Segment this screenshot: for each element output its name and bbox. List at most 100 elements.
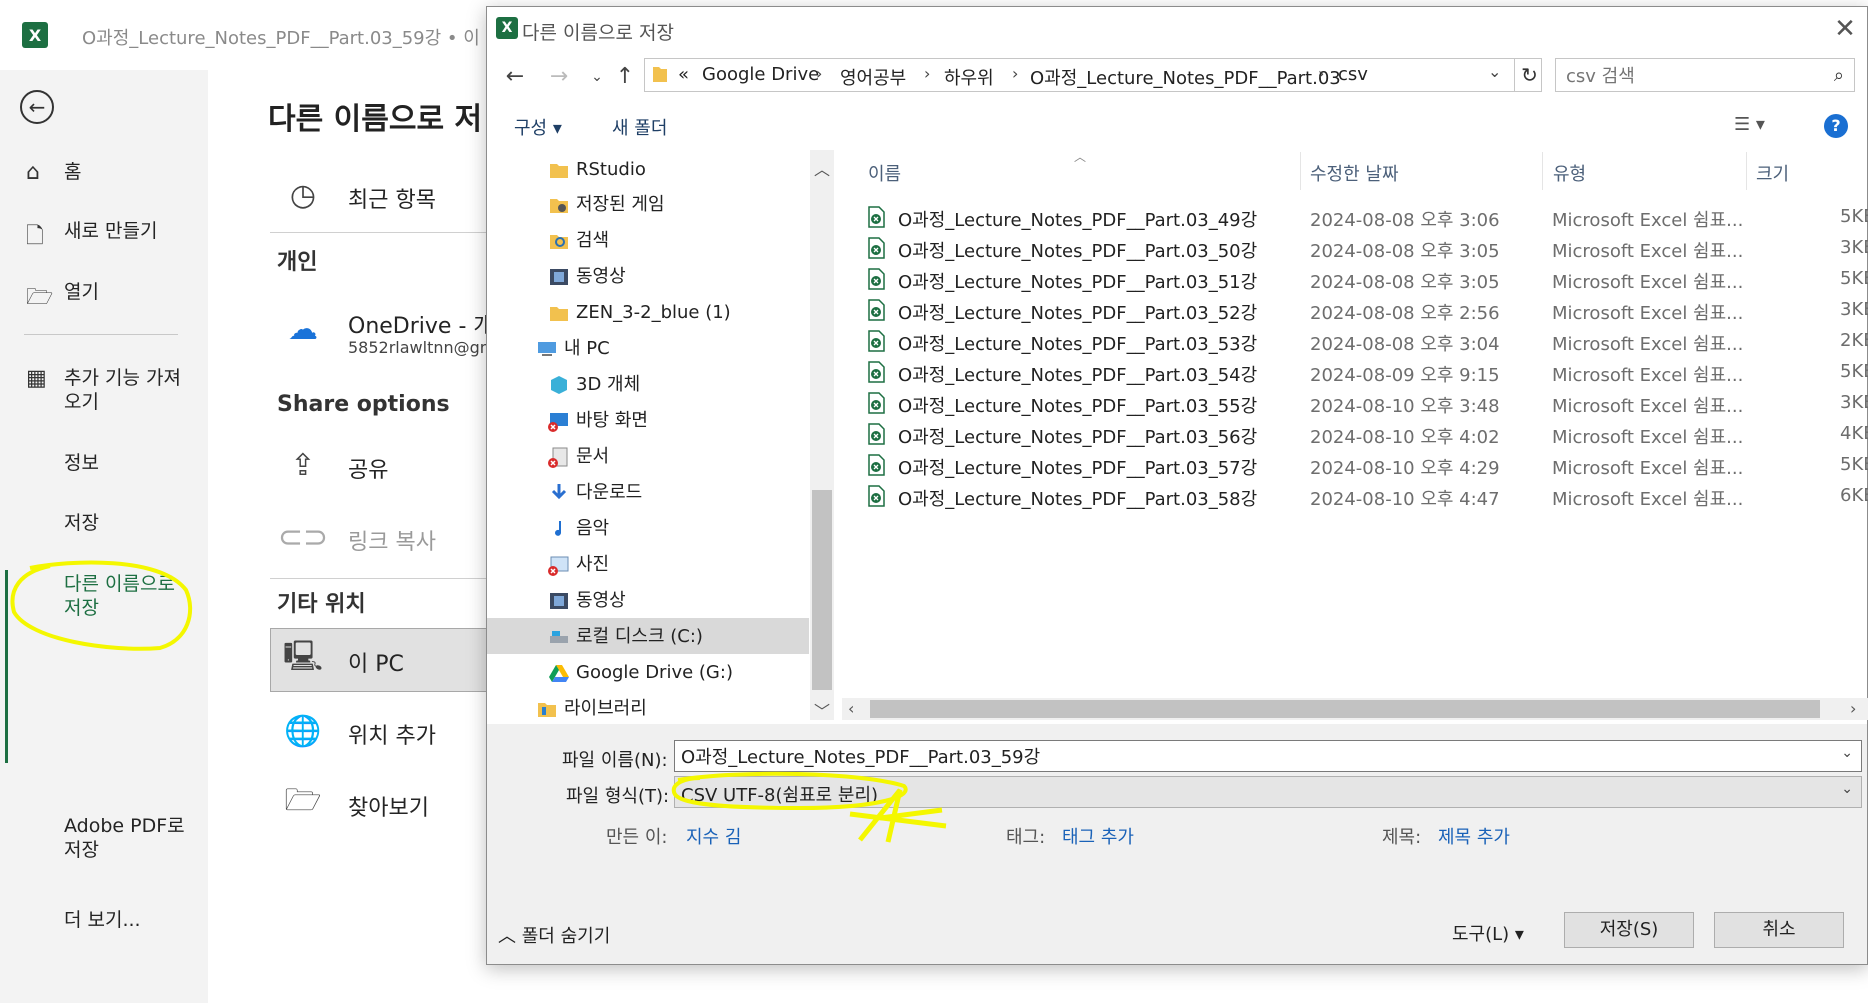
file-type: Microsoft Excel 쉼표... bbox=[1552, 241, 1744, 262]
excel-csv-file-icon bbox=[868, 268, 885, 290]
file-row[interactable]: O과정_Lecture_Notes_PDF__Part.03_53강 2024-0… bbox=[866, 326, 1868, 357]
cancel-button[interactable]: 취소 bbox=[1714, 912, 1844, 948]
caret-down-icon: ▾ bbox=[1509, 924, 1524, 945]
section-other-locations: 기타 위치 bbox=[277, 592, 366, 617]
breadcrumb-separator-icon[interactable]: › bbox=[924, 64, 930, 83]
view-options-icon[interactable]: ☰ ▾ bbox=[1734, 114, 1765, 135]
chevron-right-icon[interactable]: › bbox=[1850, 699, 1856, 718]
folder-open-icon: 🗁 bbox=[284, 782, 322, 818]
cloud-icon: ☁ bbox=[288, 311, 318, 347]
file-row[interactable]: O과정_Lecture_Notes_PDF__Part.03_52강 2024-0… bbox=[866, 295, 1868, 326]
excel-csv-file-icon bbox=[868, 392, 885, 414]
filename-input[interactable] bbox=[681, 745, 1821, 767]
chevron-down-icon[interactable]: ⌄ bbox=[1488, 62, 1501, 81]
file-date: 2024-08-08 오후 3:06 bbox=[1310, 210, 1500, 231]
breadcrumb-item[interactable]: 영어공부 bbox=[840, 64, 906, 90]
column-separator[interactable] bbox=[1542, 152, 1543, 190]
tags-value[interactable]: 태그 추가 bbox=[1062, 823, 1134, 849]
search-input[interactable] bbox=[1566, 65, 1806, 87]
file-name: O과정_Lecture_Notes_PDF__Part.03_51강 bbox=[898, 272, 1258, 293]
breadcrumb-item[interactable]: 하우위 bbox=[944, 64, 994, 90]
chevron-down-icon[interactable]: ⌄ bbox=[1841, 781, 1853, 797]
videos-icon bbox=[550, 269, 568, 285]
new-folder-button[interactable]: 새 폴더 bbox=[612, 114, 667, 140]
file-date: 2024-08-10 오후 4:47 bbox=[1310, 489, 1500, 510]
breadcrumb-overflow[interactable]: « bbox=[678, 64, 689, 85]
file-name: O과정_Lecture_Notes_PDF__Part.03_52강 bbox=[898, 303, 1258, 324]
back-button[interactable]: ← bbox=[500, 60, 530, 94]
file-name: O과정_Lecture_Notes_PDF__Part.03_55강 bbox=[898, 396, 1258, 417]
file-date: 2024-08-10 오후 4:29 bbox=[1310, 458, 1500, 479]
close-icon[interactable]: ✕ bbox=[1830, 14, 1860, 44]
excel-logo-icon: X bbox=[22, 22, 48, 48]
chevron-up-icon: ︿ bbox=[498, 926, 522, 947]
breadcrumb-separator-icon[interactable]: › bbox=[1012, 64, 1018, 83]
file-row[interactable]: O과정_Lecture_Notes_PDF__Part.03_57강 2024-0… bbox=[866, 450, 1868, 481]
breadcrumb-separator-icon[interactable]: › bbox=[1318, 64, 1324, 83]
pc-icon bbox=[538, 342, 556, 356]
excel-csv-file-icon bbox=[868, 485, 885, 507]
file-row[interactable]: O과정_Lecture_Notes_PDF__Part.03_50강 2024-0… bbox=[866, 233, 1868, 264]
column-header-name[interactable]: 이름 bbox=[868, 160, 901, 186]
file-type: Microsoft Excel 쉼표... bbox=[1552, 272, 1744, 293]
file-size: 2KB bbox=[1840, 330, 1868, 351]
file-date: 2024-08-10 오후 3:48 bbox=[1310, 396, 1500, 417]
chevron-down-icon[interactable]: ⌄ bbox=[1841, 745, 1853, 761]
file-date: 2024-08-09 오후 9:15 bbox=[1310, 365, 1500, 386]
divider bbox=[270, 232, 488, 233]
column-header-size[interactable]: 크기 bbox=[1756, 160, 1789, 186]
file-row[interactable]: O과정_Lecture_Notes_PDF__Part.03_51강 2024-0… bbox=[866, 264, 1868, 295]
videos-icon bbox=[550, 593, 568, 609]
forward-button[interactable]: → bbox=[544, 60, 574, 94]
breadcrumb-item[interactable]: Google Drive bbox=[702, 64, 819, 85]
refresh-icon[interactable]: ↻ bbox=[1514, 58, 1544, 92]
back-arrow-icon[interactable]: ← bbox=[20, 90, 54, 124]
breadcrumb-item[interactable]: csv bbox=[1338, 64, 1368, 85]
column-header-type[interactable]: 유형 bbox=[1553, 160, 1586, 186]
search-box[interactable]: ⌕ bbox=[1555, 58, 1855, 92]
column-separator[interactable] bbox=[1746, 152, 1747, 190]
column-header-date[interactable]: 수정한 날짜 bbox=[1310, 160, 1399, 186]
breadcrumb-item[interactable]: O과정_Lecture_Notes_PDF__Part.03 bbox=[1030, 64, 1341, 90]
file-date: 2024-08-08 오후 2:56 bbox=[1310, 303, 1500, 324]
downloads-icon bbox=[551, 484, 567, 500]
up-button[interactable]: ↑ bbox=[610, 60, 640, 94]
sidebar-divider bbox=[24, 334, 178, 335]
file-row[interactable]: O과정_Lecture_Notes_PDF__Part.03_49강 2024-0… bbox=[866, 202, 1868, 233]
nav-scrollbar-thumb[interactable] bbox=[812, 490, 832, 690]
excel-csv-file-icon bbox=[868, 330, 885, 352]
folder-icon bbox=[550, 164, 568, 178]
title-value[interactable]: 제목 추가 bbox=[1438, 823, 1510, 849]
breadcrumb-separator-icon[interactable]: › bbox=[816, 64, 822, 83]
filetype-value: CSV UTF-8(쉼표로 분리) bbox=[681, 785, 879, 806]
open-folder-icon: 🗁 bbox=[26, 285, 54, 310]
dialog-toolbar bbox=[487, 104, 1867, 150]
file-row[interactable]: O과정_Lecture_Notes_PDF__Part.03_55강 2024-0… bbox=[866, 388, 1868, 419]
documents-icon bbox=[548, 447, 568, 468]
save-button[interactable]: 저장(S) bbox=[1564, 912, 1694, 948]
folder-icon bbox=[550, 307, 568, 321]
file-row[interactable]: O과정_Lecture_Notes_PDF__Part.03_58강 2024-0… bbox=[866, 481, 1868, 512]
tools-menu[interactable]: 도구(L) ▾ bbox=[1452, 920, 1524, 946]
file-size: 4KB bbox=[1840, 423, 1868, 444]
excel-csv-file-icon bbox=[868, 299, 885, 321]
section-personal: 개인 bbox=[277, 250, 318, 275]
chevron-down-icon[interactable]: ﹀ bbox=[814, 698, 830, 722]
horizontal-scrollbar-thumb[interactable] bbox=[870, 700, 1820, 718]
search-icon[interactable]: ⌕ bbox=[1834, 65, 1844, 86]
home-icon: ⌂ bbox=[26, 160, 40, 185]
recent-locations-chevron-icon[interactable]: ⌄ bbox=[582, 60, 612, 94]
hide-folders-toggle[interactable]: ︿ 폴더 숨기기 bbox=[498, 922, 610, 948]
file-row[interactable]: O과정_Lecture_Notes_PDF__Part.03_54강 2024-0… bbox=[866, 357, 1868, 388]
file-name: O과정_Lecture_Notes_PDF__Part.03_54강 bbox=[898, 365, 1258, 386]
author-value[interactable]: 지수 김 bbox=[686, 823, 741, 849]
file-name: O과정_Lecture_Notes_PDF__Part.03_56강 bbox=[898, 427, 1258, 448]
filename-field[interactable]: ⌄ bbox=[674, 740, 1862, 772]
file-row[interactable]: O과정_Lecture_Notes_PDF__Part.03_56강 2024-0… bbox=[866, 419, 1868, 450]
filetype-select[interactable]: CSV UTF-8(쉼표로 분리) ⌄ bbox=[674, 776, 1862, 808]
column-separator[interactable] bbox=[1300, 152, 1301, 190]
help-icon[interactable]: ? bbox=[1824, 114, 1848, 138]
chevron-left-icon[interactable]: ‹ bbox=[848, 699, 854, 718]
chevron-up-icon[interactable]: ︿ bbox=[814, 156, 830, 180]
organize-menu[interactable]: 구성 ▾ bbox=[514, 114, 562, 140]
